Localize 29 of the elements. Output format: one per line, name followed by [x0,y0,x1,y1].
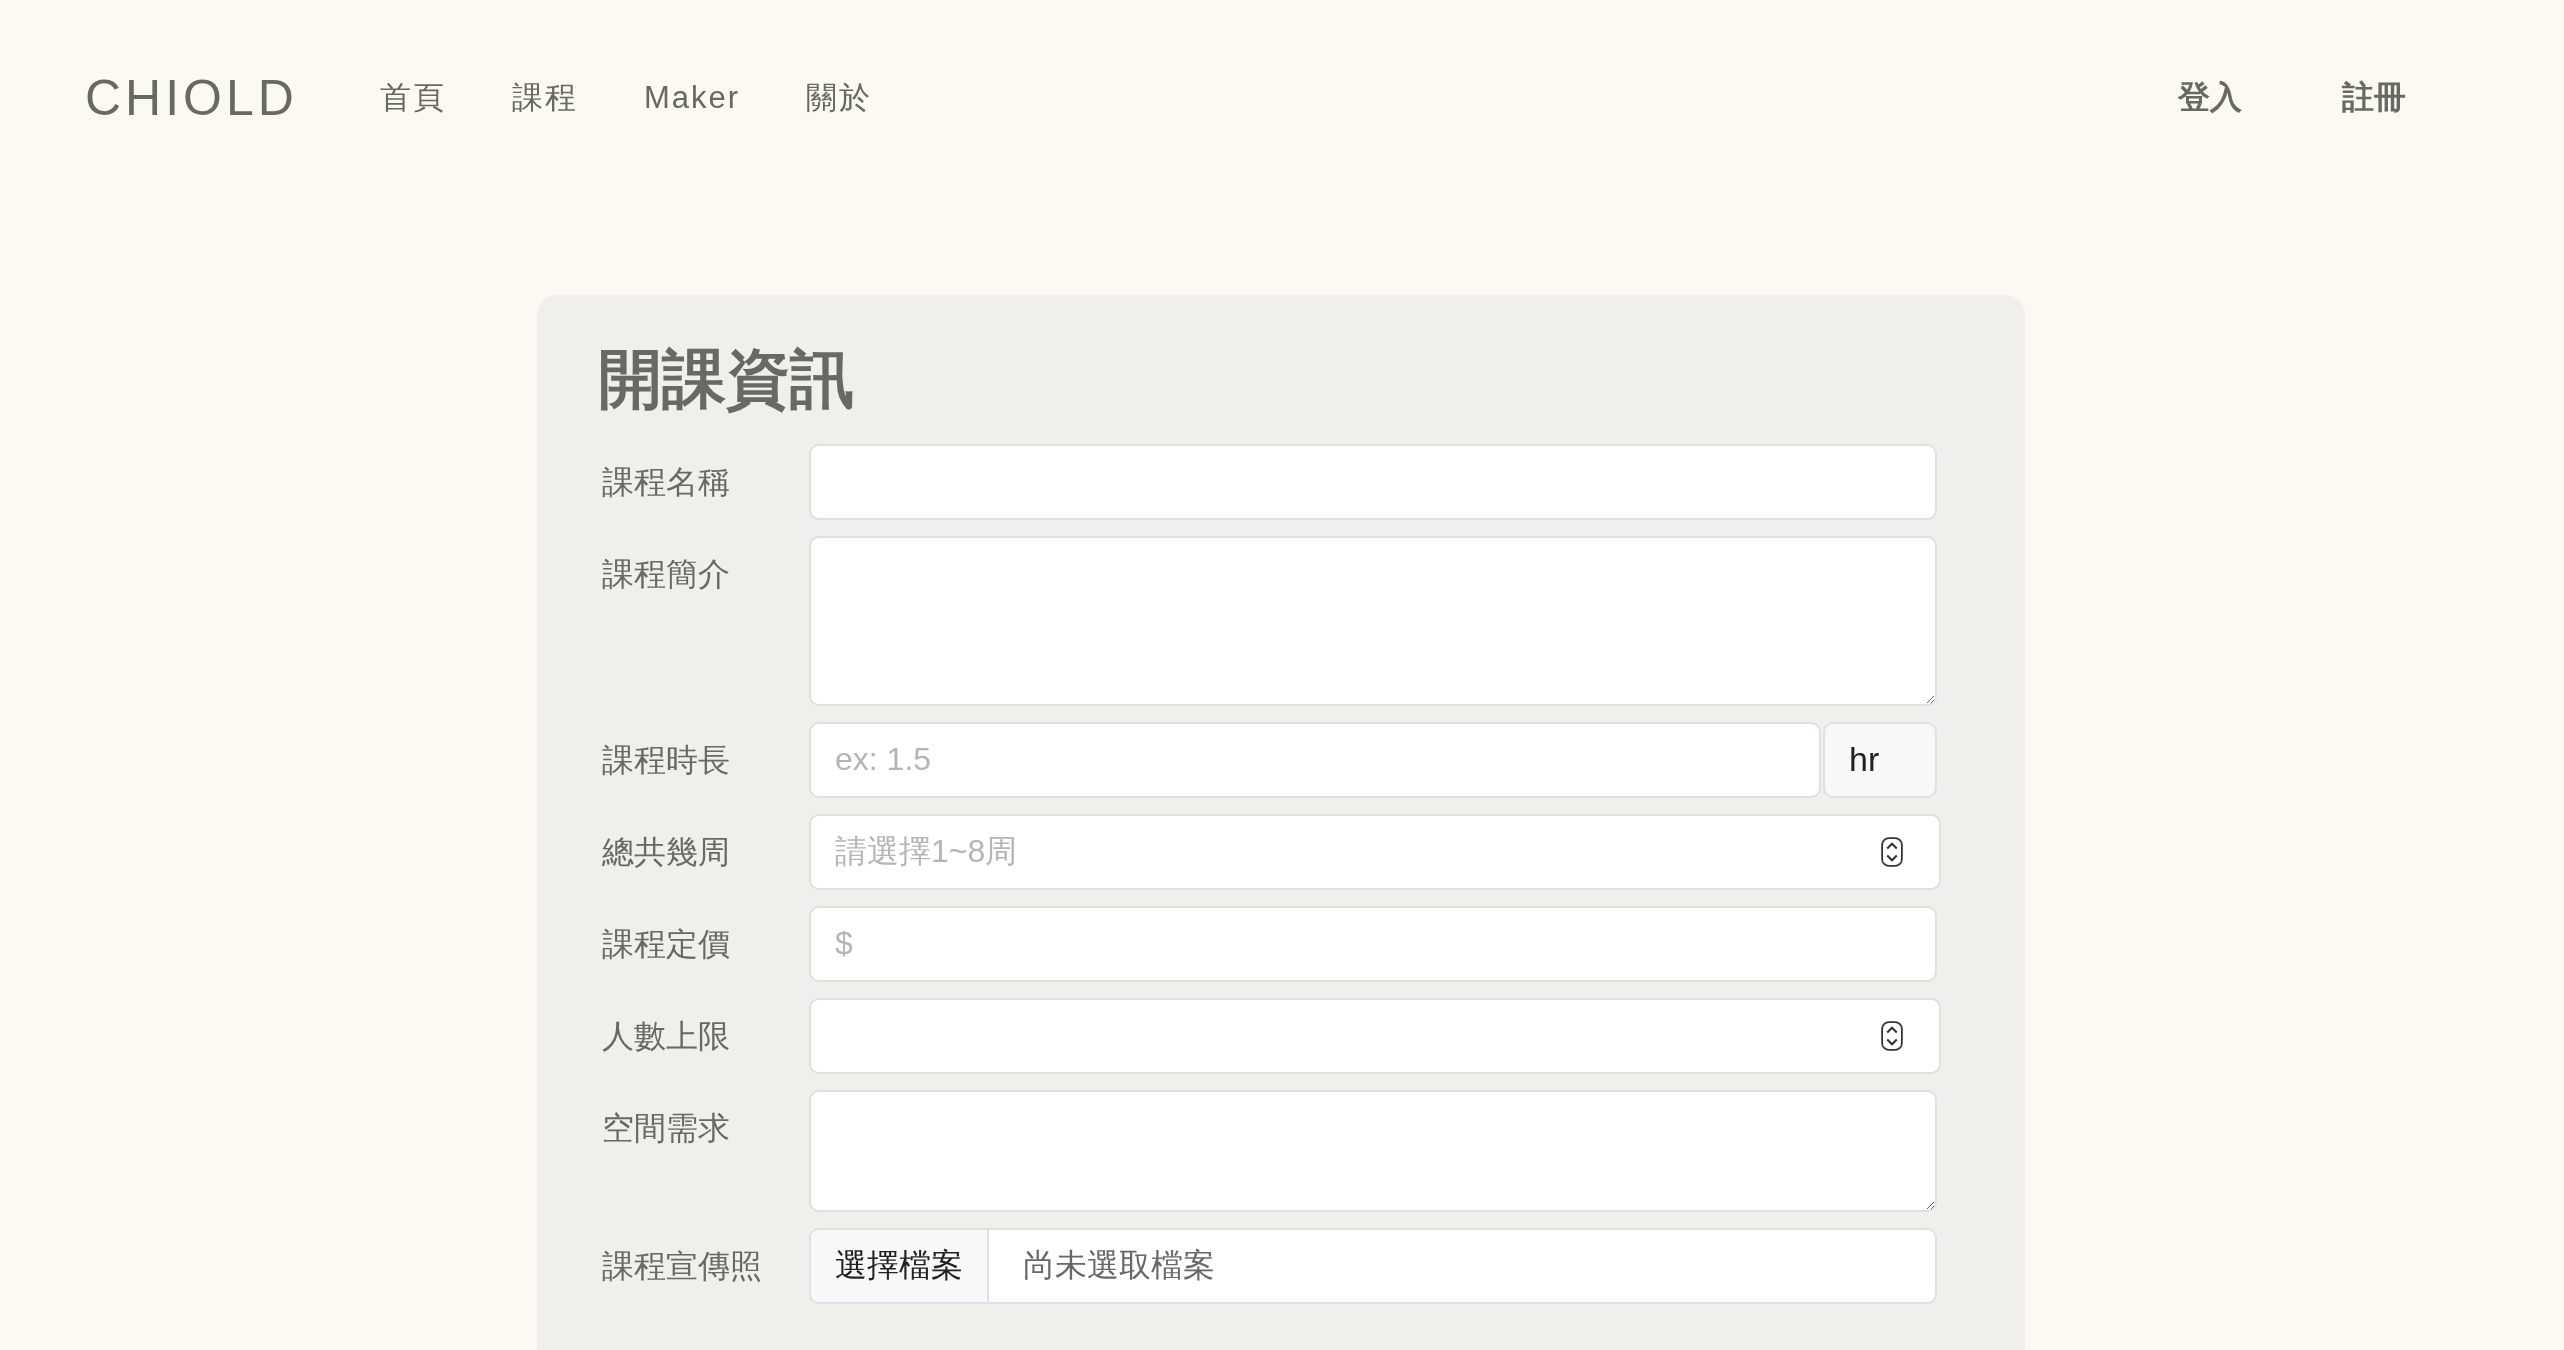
text-area[interactable] [809,1089,1937,1212]
field-label: 總共幾周 [601,832,731,872]
choose-file-button[interactable]: 選擇檔案 [811,1229,989,1302]
nav-link[interactable]: 關於 [806,76,873,119]
field-label: 課程宣傳照 [601,1246,763,1286]
field-label: 課程簡介 [601,554,731,594]
nav-link[interactable]: Maker [643,79,741,116]
number-field[interactable] [809,997,1941,1074]
unit-label: hr [1823,721,1937,798]
text-area[interactable] [809,535,1937,706]
form-title: 開課資訊 [598,342,855,417]
text-field[interactable] [809,443,1937,520]
field-label: 人數上限 [601,1016,731,1056]
number-field[interactable]: ex: 1.5 [809,721,1821,798]
text-field[interactable]: $ [809,905,1937,982]
spinner-icon[interactable] [1881,1020,1903,1051]
spinner-icon[interactable] [1881,836,1903,867]
nav-link[interactable]: 登入 [2178,75,2242,120]
field-label: 空間需求 [601,1108,731,1148]
file-field[interactable]: 選擇檔案 尚未選取檔案 [809,1227,1937,1304]
brand-logo[interactable]: CHIOLD [85,68,298,127]
field-label: 課程定價 [601,924,731,964]
file-status: 尚未選取檔案 [1022,1245,1215,1285]
field-label: 課程時長 [601,740,731,780]
number-field[interactable]: 請選擇1~8周 [809,813,1941,890]
nav-link[interactable]: 註冊 [2342,75,2406,120]
nav-link[interactable]: 課程 [511,76,578,119]
nav-link[interactable]: 首頁 [379,76,446,119]
field-label: 課程名稱 [601,462,731,502]
